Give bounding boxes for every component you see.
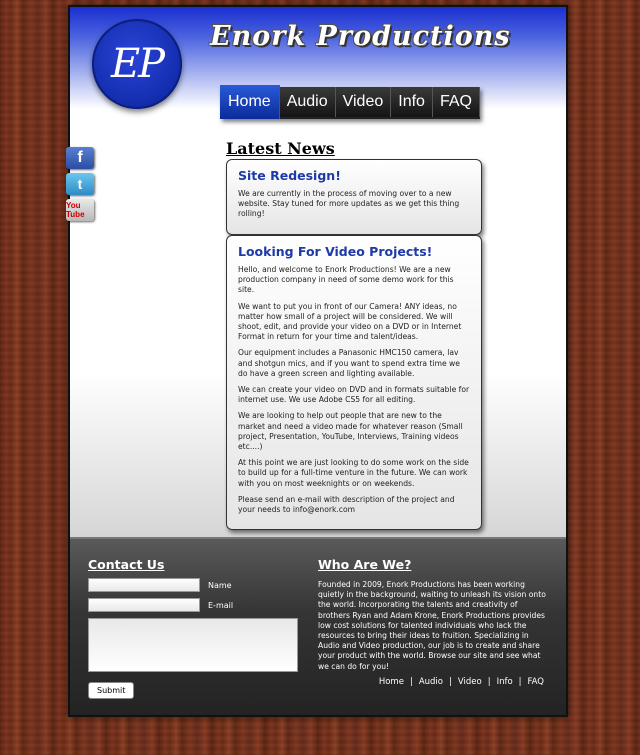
footer-nav-faq[interactable]: FAQ (528, 677, 544, 687)
twitter-icon[interactable]: t (66, 173, 94, 195)
footer-nav-home[interactable]: Home (379, 677, 404, 687)
social-links: f t You Tube (66, 147, 94, 221)
nav-home[interactable]: Home (220, 85, 280, 119)
news-post-text: Hello, and welcome to Enork Productions!… (238, 265, 454, 295)
footer-nav-info[interactable]: Info (497, 677, 513, 687)
news-post-title: Looking For Video Projects! (238, 244, 433, 259)
contact-form: Contact Us Name E-mail Submit (88, 557, 308, 699)
main-nav: Home Audio Video Info FAQ (220, 85, 480, 119)
footer-nav: Home | Audio | Video | Info | FAQ (378, 677, 544, 687)
footer-nav-audio[interactable]: Audio (419, 677, 443, 687)
submit-button[interactable]: Submit (88, 682, 135, 699)
email-label: E-mail (208, 600, 234, 610)
footer-nav-video[interactable]: Video (458, 677, 482, 687)
message-field[interactable] (88, 618, 298, 672)
latest-news-heading: Latest News (226, 139, 335, 158)
site-title: Enork Productions (210, 21, 511, 52)
page-container: EP Enork Productions Home Audio Video In… (68, 5, 568, 717)
logo[interactable]: EP (92, 19, 182, 109)
news-post-text: We want to put you in front of our Camer… (238, 301, 462, 342)
news-post-text: Please send an e-mail with description o… (238, 494, 455, 515)
nav-video[interactable]: Video (335, 87, 392, 117)
news-post-text: At this point we are just looking to do … (238, 458, 469, 488)
news-post-title: Site Redesign! (238, 168, 341, 183)
header: EP Enork Productions Home Audio Video In… (70, 7, 566, 127)
news-post-site-redesign: Site Redesign! We are currently in the p… (226, 159, 482, 235)
nav-info[interactable]: Info (391, 87, 433, 117)
news-post-text: We are looking to help out people that a… (238, 411, 463, 452)
youtube-icon[interactable]: You Tube (66, 199, 94, 221)
contact-heading: Contact Us (88, 557, 165, 572)
facebook-icon[interactable]: f (66, 147, 94, 169)
news-post-text: We can create your video on DVD and in f… (238, 385, 470, 405)
about-section: Who Are We? Founded in 2009, Enork Produ… (318, 557, 550, 672)
name-field[interactable] (88, 578, 200, 592)
about-text: Founded in 2009, Enork Productions has b… (318, 580, 546, 671)
email-field[interactable] (88, 598, 200, 612)
news-post-video-projects: Looking For Video Projects! Hello, and w… (226, 235, 482, 531)
about-heading: Who Are We? (318, 557, 412, 572)
news-post-text: We are currently in the process of movin… (238, 189, 460, 219)
footer: Contact Us Name E-mail Submit Who Are We… (70, 537, 566, 715)
nav-faq[interactable]: FAQ (432, 87, 480, 117)
news-post-text: Our equipment includes a Panasonic HMC15… (238, 348, 460, 378)
name-label: Name (208, 580, 232, 590)
nav-audio[interactable]: Audio (279, 87, 336, 117)
